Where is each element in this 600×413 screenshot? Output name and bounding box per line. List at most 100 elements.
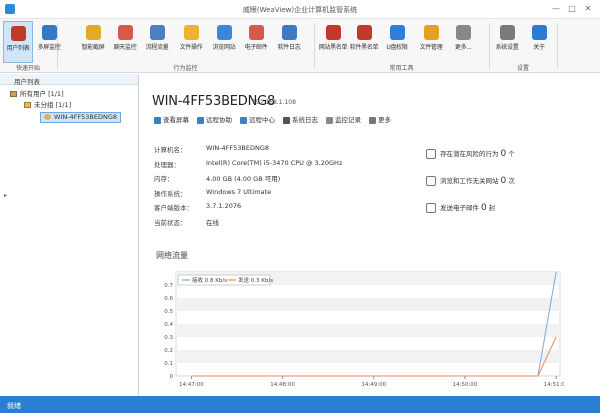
close-button[interactable]: ✕ xyxy=(580,3,596,15)
action-label: 远程协助 xyxy=(206,116,232,124)
web-blacklist-icon xyxy=(325,25,341,40)
ribbon-button-label: 用户列表 xyxy=(6,45,30,52)
stat-unit: 封 xyxy=(488,204,496,212)
ribbon-button-label: 软件日志 xyxy=(277,44,301,51)
tree-node-all-users[interactable]: 所有用户 [1/1] xyxy=(10,90,64,99)
network-traffic-chart: 0 0.1 0.2 0.3 0.4 0.5 0.6 0.7 14:47:00 14:48:00 14… xyxy=(156,264,569,388)
stat-label: 发送电子邮件 xyxy=(440,204,479,212)
info-value: 在线 xyxy=(206,218,219,227)
group-icon xyxy=(10,91,17,97)
compass-icon xyxy=(426,176,436,186)
x-tick-label: 14:50:00 xyxy=(453,382,478,388)
chat-monitor-icon xyxy=(117,25,133,40)
more-button[interactable]: 更多... xyxy=(448,21,478,63)
ribbon-button-label: 软件黑名单 xyxy=(349,44,379,51)
software-blacklist-button[interactable]: 软件黑名单 xyxy=(349,21,379,63)
system-settings-button[interactable]: 系统设置 xyxy=(492,21,522,63)
legend-label: 接收 0.8 Kb/s xyxy=(192,276,227,284)
multi-screen-button[interactable]: 多屏监控 xyxy=(34,21,64,63)
file-ops-button[interactable]: 文件操作 xyxy=(176,21,206,63)
remote-center-action[interactable]: 远程中心 xyxy=(240,114,275,124)
ribbon-button-label: 网站黑名单 xyxy=(318,44,348,51)
x-tick-label: 14:49:00 xyxy=(361,382,386,388)
x-tick-label: 14:47:00 xyxy=(179,382,204,388)
traffic-icon xyxy=(149,25,165,40)
info-value: Intel(R) Core(TM) i5-3470 CPU @ 3.20GHz xyxy=(206,158,343,167)
info-value: WIN-4FF53BEDNG8 xyxy=(206,144,270,152)
action-label: 系统日志 xyxy=(292,116,318,124)
more-action[interactable]: 更多 xyxy=(369,114,391,124)
usb-permission-button[interactable]: U盘权限 xyxy=(382,21,412,63)
ribbon-toolbar: 快速开始 行为监控 常用工具 设置 用户列表 多屏监控 智能截屏 聊天监控 流程流量 文件… xyxy=(0,19,600,73)
network-traffic-title: 网络流量 xyxy=(156,251,188,260)
chat-monitor-button[interactable]: 聊天监控 xyxy=(110,21,140,63)
ribbon-divider xyxy=(314,23,315,69)
group-label-tools: 常用工具 xyxy=(389,65,414,72)
system-log-action[interactable]: 系统日志 xyxy=(283,114,318,124)
group-label-monitoring: 行为监控 xyxy=(173,65,198,72)
info-value: 4.00 GB (4.00 GB 可用) xyxy=(206,175,281,183)
grid-band xyxy=(176,350,560,363)
ribbon-button-label: 电子邮件 xyxy=(244,44,268,51)
action-bar: 查看屏幕 远程协助 远程中心 系统日志 监控记录 更多 xyxy=(154,114,399,124)
info-label: 处理器： xyxy=(154,160,180,169)
about-button[interactable]: 关于 xyxy=(524,21,554,63)
y-tick-label: 0 xyxy=(170,374,174,380)
user-list-panel: 用户列表 ▸ 所有用户 [1/1] 未分组 [1/1] WIN-4FF53BED… xyxy=(0,74,139,396)
info-label: 内存： xyxy=(154,175,174,183)
web-blacklist-button[interactable]: 网站黑名单 xyxy=(318,21,348,63)
grid-band xyxy=(176,298,560,311)
system-log-icon xyxy=(283,116,290,124)
mail-icon xyxy=(426,203,436,213)
tree-node-ungrouped[interactable]: 未分组 [1/1] xyxy=(24,101,71,110)
minimize-button[interactable]: — xyxy=(548,3,564,15)
view-screen-icon xyxy=(154,116,161,124)
more-icon xyxy=(455,25,471,40)
collapse-arrow-icon[interactable]: ▸ xyxy=(4,191,7,200)
smart-screenshot-button[interactable]: 智能截屏 xyxy=(78,21,108,63)
action-label: 监控记录 xyxy=(335,116,361,124)
y-tick-label: 0.3 xyxy=(164,335,173,341)
y-tick-label: 0.7 xyxy=(164,283,173,289)
ribbon-button-label: 文件管理 xyxy=(419,44,443,51)
user-list-header: 用户列表 xyxy=(0,74,138,86)
web-browsing-button[interactable]: 浏览网站 xyxy=(209,21,239,63)
info-value: 3.7.1.2076 xyxy=(206,202,242,210)
maximize-button[interactable]: □ xyxy=(564,3,580,15)
computer-ip: 192.168.1.108 xyxy=(252,99,296,106)
view-screen-action[interactable]: 查看屏幕 xyxy=(154,114,189,124)
file-ops-icon xyxy=(183,25,199,40)
file-manager-button[interactable]: 文件管理 xyxy=(416,21,446,63)
software-log-button[interactable]: 软件日志 xyxy=(274,21,304,63)
more-icon xyxy=(369,116,376,124)
stat-label: 浏览和工作无关网站 xyxy=(440,177,499,185)
traffic-button[interactable]: 流程流量 xyxy=(142,21,172,63)
window-title: 威眼(WeaView)企业计算机监管系统 xyxy=(242,6,358,14)
lock-icon xyxy=(426,149,436,159)
ribbon-button-label: 文件操作 xyxy=(179,44,203,51)
stat-label: 存在潜在风险的行为 xyxy=(440,150,499,158)
info-label: 操作系统： xyxy=(154,189,187,198)
ribbon-button-label: 浏览网站 xyxy=(212,44,236,51)
y-tick-label: 0.6 xyxy=(164,296,173,302)
x-tick-label: 14:51:00 xyxy=(544,382,564,388)
system-settings-icon xyxy=(499,25,515,40)
stat-count: 0 xyxy=(500,176,507,186)
status-bar: 就绪 xyxy=(0,396,600,413)
email-button[interactable]: 电子邮件 xyxy=(241,21,271,63)
action-label: 远程中心 xyxy=(249,116,275,124)
y-tick-label: 0.2 xyxy=(164,348,173,354)
ribbon-button-label: 更多... xyxy=(454,44,472,51)
ribbon-divider xyxy=(489,23,490,69)
tree-node-computer[interactable]: WIN-4FF53BEDNG8 xyxy=(40,112,122,123)
stat-row: 发送电子邮件 0 封 xyxy=(426,202,495,213)
remote-assist-action[interactable]: 远程协助 xyxy=(197,114,232,124)
monitor-record-action[interactable]: 监控记录 xyxy=(326,114,361,124)
about-icon xyxy=(531,25,547,40)
stat-row: 存在潜在风险的行为 0 个 xyxy=(426,148,515,159)
info-label: 客户端版本： xyxy=(154,204,193,212)
user-list-button[interactable]: 用户列表 xyxy=(3,21,33,63)
x-tick-label: 14:48:00 xyxy=(270,382,295,388)
action-label: 查看屏幕 xyxy=(163,116,189,124)
group-label-quickstart: 快速开始 xyxy=(15,65,40,72)
